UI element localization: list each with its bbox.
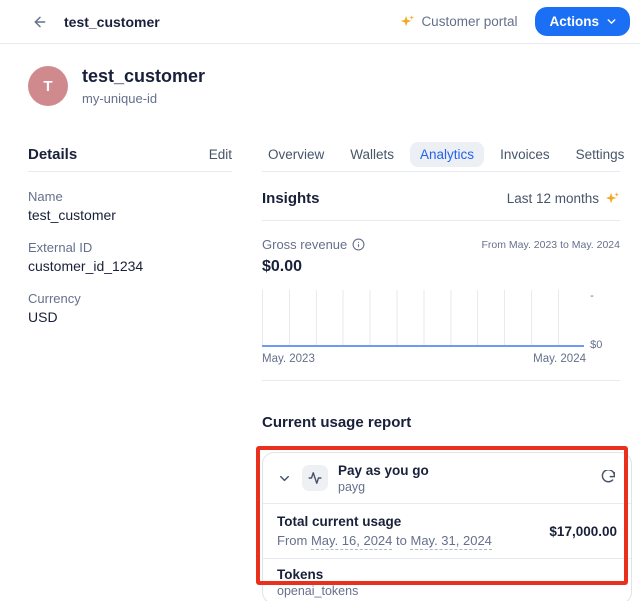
detail-field-currency: Currency USD: [28, 291, 232, 325]
x-tick-label: May. 2023: [262, 353, 315, 365]
refresh-icon: [599, 470, 615, 486]
period-start-date[interactable]: May. 16, 2024: [311, 533, 392, 550]
usage-report-heading: Current usage report: [262, 414, 620, 431]
customer-identity: test_customer my-unique-id: [82, 66, 205, 106]
customer-header: T test_customer my-unique-id: [28, 66, 205, 106]
sparkle-icon: [400, 14, 415, 29]
plan-header-row[interactable]: Pay as you go payg: [263, 453, 631, 503]
chart-zero-line: [262, 345, 584, 347]
chart-x-axis: May. 2023 May. 2024: [262, 353, 586, 365]
chevron-down-icon: [277, 471, 292, 486]
field-label: External ID: [28, 240, 232, 255]
period-end-date[interactable]: May. 31, 2024: [410, 533, 491, 550]
activity-pulse-icon: [308, 471, 322, 485]
collapse-toggle[interactable]: [277, 471, 292, 486]
insights-bottom-divider: [262, 380, 620, 381]
details-heading: Details: [28, 146, 77, 163]
edit-details-button[interactable]: Edit: [209, 147, 232, 162]
tab-overview[interactable]: Overview: [258, 142, 334, 167]
plan-name: Pay as you go: [338, 463, 429, 478]
top-bar: test_customer Customer portal Actions: [0, 0, 640, 44]
sparkle-icon: [605, 191, 620, 206]
x-tick-label: May. 2024: [533, 353, 586, 365]
gross-revenue-label: Gross revenue: [262, 237, 347, 252]
details-panel: Details Edit Name test_customer External…: [28, 140, 232, 325]
actions-button-label: Actions: [549, 14, 599, 29]
plan-title-block: Pay as you go payg: [338, 463, 429, 494]
total-usage-row: Total current usage From May. 16, 2024 t…: [263, 503, 631, 558]
detail-field-name: Name test_customer: [28, 189, 232, 223]
customer-external-id: my-unique-id: [82, 91, 205, 106]
info-icon[interactable]: [352, 238, 365, 251]
insights-header: Insights Last 12 months: [262, 190, 620, 207]
field-value: USD: [28, 309, 232, 325]
y-tick-label: $0: [590, 339, 602, 351]
customer-portal-link[interactable]: Customer portal: [400, 14, 517, 29]
back-button[interactable]: [30, 12, 50, 32]
y-tick-label: -: [590, 290, 594, 302]
metric-name: Tokens: [277, 567, 323, 582]
detail-field-external-id: External ID customer_id_1234: [28, 240, 232, 274]
period-selector-label: Last 12 months: [507, 191, 599, 206]
customer-portal-label: Customer portal: [421, 14, 517, 29]
tab-settings[interactable]: Settings: [566, 142, 635, 167]
period-selector[interactable]: Last 12 months: [507, 191, 620, 206]
customer-name: test_customer: [82, 66, 205, 87]
actions-button[interactable]: Actions: [535, 7, 630, 36]
metric-code: openai_tokens: [277, 584, 358, 598]
field-label: Currency: [28, 291, 232, 306]
insights-divider: [262, 220, 620, 221]
period-to-word: to: [396, 533, 407, 548]
arrow-left-icon: [32, 14, 48, 30]
refresh-button[interactable]: [599, 470, 615, 486]
tab-wallets[interactable]: Wallets: [340, 142, 404, 167]
page-title: test_customer: [64, 14, 160, 30]
total-usage-amount: $17,000.00: [549, 524, 617, 539]
gross-revenue-amount: $0.00: [262, 258, 620, 276]
field-value: test_customer: [28, 207, 232, 223]
gross-revenue-chart: - $0: [262, 290, 620, 347]
chevron-down-icon: [605, 15, 618, 28]
insights-heading: Insights: [262, 190, 320, 207]
chart-y-axis: - $0: [590, 290, 620, 347]
gross-revenue-date-range: From May. 2023 to May. 2024: [481, 237, 620, 251]
period-from-word: From: [277, 533, 307, 548]
details-divider: [28, 171, 232, 172]
usage-period: From May. 16, 2024 to May. 31, 2024: [277, 533, 492, 548]
tab-bar: Overview Wallets Analytics Invoices Sett…: [258, 140, 620, 168]
total-usage-label: Total current usage: [277, 514, 492, 529]
plan-code: payg: [338, 480, 429, 494]
field-label: Name: [28, 189, 232, 204]
tab-analytics[interactable]: Analytics: [410, 142, 484, 167]
customer-detail-page: test_customer Customer portal Actions T …: [0, 0, 640, 601]
usage-report-card: Pay as you go payg Total current usage F…: [262, 452, 632, 601]
total-usage-block: Total current usage From May. 16, 2024 t…: [277, 514, 492, 548]
main-panel: Overview Wallets Analytics Invoices Sett…: [262, 140, 620, 431]
chart-plot-area: [262, 290, 584, 347]
tab-invoices[interactable]: Invoices: [490, 142, 560, 167]
plan-icon-badge: [302, 465, 328, 491]
avatar: T: [28, 66, 68, 106]
gross-revenue-header: Gross revenue From May. 2023 to May. 202…: [262, 237, 620, 252]
field-value: customer_id_1234: [28, 258, 232, 274]
tabs-divider: [262, 171, 620, 172]
metric-row[interactable]: Tokens openai_tokens: [263, 558, 631, 601]
